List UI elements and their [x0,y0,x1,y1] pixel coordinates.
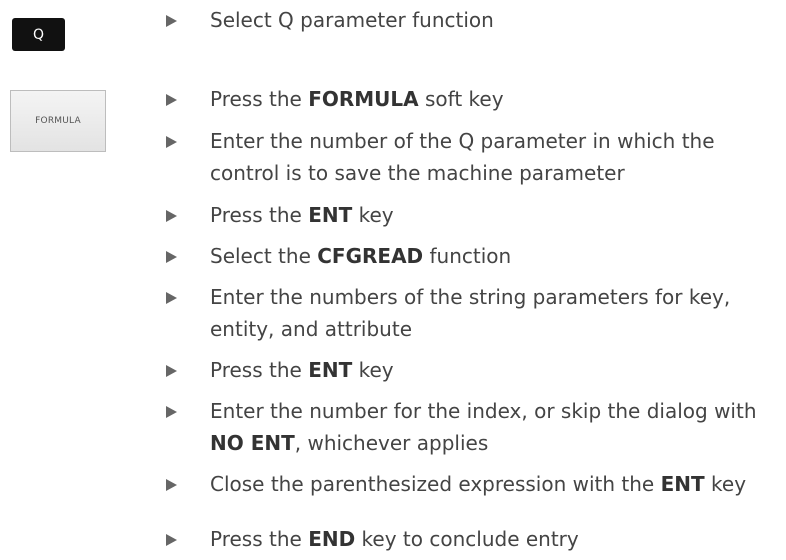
step-text: Press the END key to conclude entry [210,527,579,551]
step-enter-string-params: Enter the numbers of the string paramete… [166,281,784,345]
arrow-bullet-icon [166,534,177,546]
step-text: Select the CFGREAD function [210,244,512,268]
step-close-expression: Close the parenthesized expression with … [166,468,784,500]
step-press-ent: Press the ENT key [166,199,784,231]
arrow-bullet-icon [166,94,177,106]
step-press-ent: Press the ENT key [166,354,784,386]
step-enter-index: Enter the number for the index, or skip … [166,395,784,459]
arrow-bullet-icon [166,365,177,377]
arrow-bullet-icon [166,406,177,418]
step-press-formula: Press the FORMULA soft key [166,83,784,115]
step-text: Press the FORMULA soft key [210,87,504,111]
step-text: Select Q parameter function [210,8,494,32]
arrow-bullet-icon [166,136,177,148]
step-text: Enter the number for the index, or skip … [210,399,757,455]
step-text: Press the ENT key [210,358,394,382]
arrow-bullet-icon [166,210,177,222]
arrow-bullet-icon [166,15,177,27]
q-key[interactable]: Q [12,18,65,51]
arrow-bullet-icon [166,251,177,263]
step-enter-q-number: Enter the number of the Q parameter in w… [166,125,784,189]
formula-soft-key[interactable]: FORMULA [10,90,106,152]
q-key-label: Q [32,26,45,43]
step-press-end: Press the END key to conclude entry [166,523,784,555]
formula-soft-key-label: FORMULA [35,116,81,126]
step-text: Enter the number of the Q parameter in w… [210,129,715,185]
step-text: Enter the numbers of the string paramete… [210,285,731,341]
step-text: Press the ENT key [210,203,394,227]
arrow-bullet-icon [166,479,177,491]
arrow-bullet-icon [166,292,177,304]
step-select-q-function: Select Q parameter function [166,4,784,36]
step-select-cfgread: Select the CFGREAD function [166,240,784,272]
step-text: Close the parenthesized expression with … [210,472,747,496]
